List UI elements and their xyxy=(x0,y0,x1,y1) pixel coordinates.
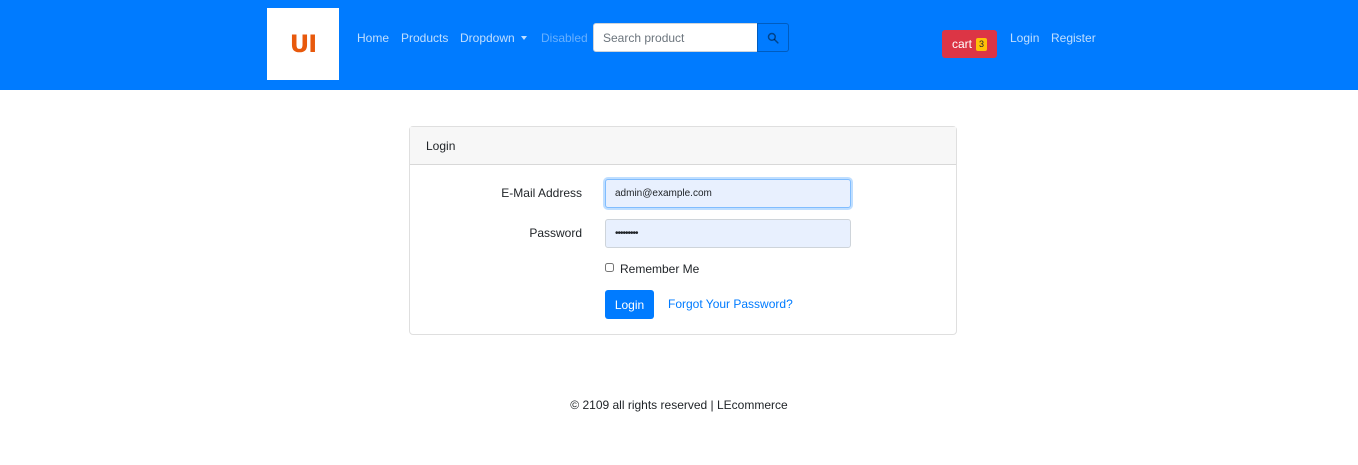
login-submit-button[interactable]: Login xyxy=(605,290,654,319)
forgot-password-link[interactable]: Forgot Your Password? xyxy=(668,297,793,311)
logo-text: UI xyxy=(289,30,317,58)
password-field[interactable] xyxy=(605,219,851,248)
nav-link-register[interactable]: Register xyxy=(1051,31,1096,45)
search-icon xyxy=(767,32,779,44)
search-input[interactable] xyxy=(593,23,758,52)
nav-link-login[interactable]: Login xyxy=(1010,31,1039,45)
footer-text: © 2109 all rights reserved | LEcommerce xyxy=(570,398,788,412)
cart-button[interactable]: cart 3 xyxy=(942,30,997,58)
cart-count-badge: 3 xyxy=(976,37,988,51)
card-header: Login xyxy=(410,127,956,165)
cart-label: cart xyxy=(951,37,972,51)
password-label: Password xyxy=(529,226,582,240)
logo[interactable]: UI xyxy=(267,8,339,80)
navbar: UI Home Products Dropdown Disabled cart … xyxy=(0,0,1358,90)
nav-dropdown-toggle[interactable]: Dropdown xyxy=(460,31,527,45)
email-field[interactable] xyxy=(605,179,851,208)
nav-link-home[interactable]: Home xyxy=(357,31,389,45)
caret-down-icon xyxy=(520,36,527,40)
email-label: E-Mail Address xyxy=(501,186,582,200)
remember-me: Remember Me xyxy=(605,262,699,276)
remember-me-label[interactable]: Remember Me xyxy=(620,262,699,276)
nav-link-products[interactable]: Products xyxy=(401,31,448,45)
nav-link-disabled: Disabled xyxy=(541,31,588,45)
remember-me-checkbox[interactable] xyxy=(605,262,614,272)
search-button[interactable] xyxy=(757,23,789,52)
nav-dropdown-label: Dropdown xyxy=(460,31,515,45)
